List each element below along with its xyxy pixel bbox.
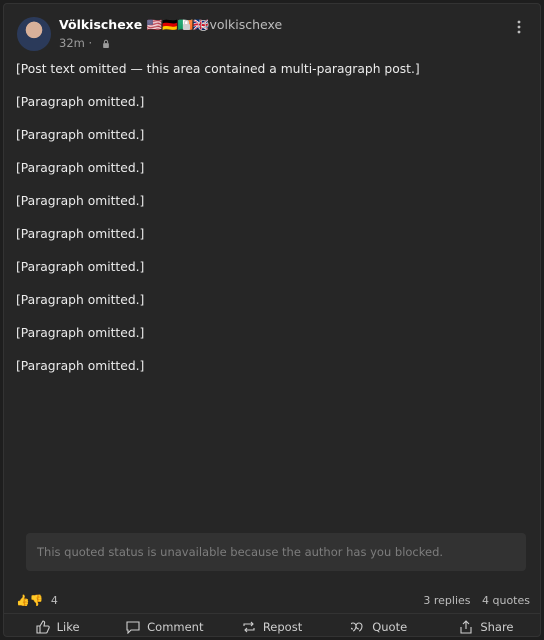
like-label: Like	[56, 620, 80, 634]
post-paragraph: [Paragraph omitted.]	[16, 293, 145, 307]
post-paragraph: [Paragraph omitted.]	[16, 161, 145, 175]
timestamp[interactable]: 32m ·	[59, 36, 92, 50]
more-vertical-icon[interactable]	[512, 20, 526, 34]
thumbs-up-icon	[36, 620, 50, 634]
reaction-emojis: 👍👎	[16, 594, 44, 607]
post-paragraph: [Paragraph omitted.]	[16, 194, 145, 208]
quote-button[interactable]: Quote	[326, 616, 433, 638]
quote-icon	[351, 622, 363, 632]
post-paragraph: [Paragraph omitted.]	[16, 95, 145, 109]
post-card: Völkischexe 🇺🇸🇩🇪🇮🇪🇬🇧 @volkischexe 32m · …	[3, 3, 541, 637]
quote-label: Quote	[372, 620, 408, 634]
post-paragraph: [Paragraph omitted.]	[16, 227, 145, 241]
handle[interactable]: @volkischexe	[197, 17, 282, 32]
share-label: Share	[480, 620, 514, 634]
comment-label: Comment	[147, 620, 204, 634]
repost-label: Repost	[262, 620, 303, 634]
like-button[interactable]: Like	[4, 616, 111, 638]
replies-count[interactable]: 3 replies	[423, 594, 470, 607]
engagement-counts: 3 replies 4 quotes	[415, 594, 530, 607]
avatar[interactable]	[17, 17, 51, 51]
divider	[4, 613, 540, 614]
reaction-count: 4	[50, 594, 58, 607]
quotes-count[interactable]: 4 quotes	[482, 594, 530, 607]
post-header: Völkischexe 🇺🇸🇩🇪🇮🇪🇬🇧 @volkischexe 32m ·	[14, 14, 530, 54]
quoted-status: This quoted status is unavailable becaus…	[26, 533, 526, 571]
post-paragraph: [Paragraph omitted.]	[16, 128, 145, 142]
post-paragraph: [Post text omitted — this area contained…	[16, 62, 420, 76]
post-paragraph: [Paragraph omitted.]	[16, 260, 145, 274]
post-paragraph: [Paragraph omitted.]	[16, 326, 145, 340]
repost-button[interactable]: Repost	[218, 616, 325, 638]
repost-icon	[243, 621, 255, 633]
share-icon	[460, 620, 472, 634]
comment-button[interactable]: Comment	[111, 616, 218, 638]
reactions[interactable]: 👍👎 4	[16, 594, 58, 607]
post-body: [Post text omitted — this area contained…	[16, 61, 530, 391]
lock-icon	[183, 19, 190, 30]
post-paragraph: [Paragraph omitted.]	[16, 359, 145, 373]
lock-icon	[102, 39, 109, 48]
post-meta: 32m ·	[59, 36, 110, 50]
share-button[interactable]: Share	[433, 616, 540, 638]
quoted-status-text: This quoted status is unavailable becaus…	[37, 545, 444, 559]
post-stats: 👍👎 4 3 replies 4 quotes	[16, 594, 530, 610]
action-bar: Like Comment Repost Quote Share	[4, 616, 540, 638]
comment-icon	[126, 621, 140, 634]
